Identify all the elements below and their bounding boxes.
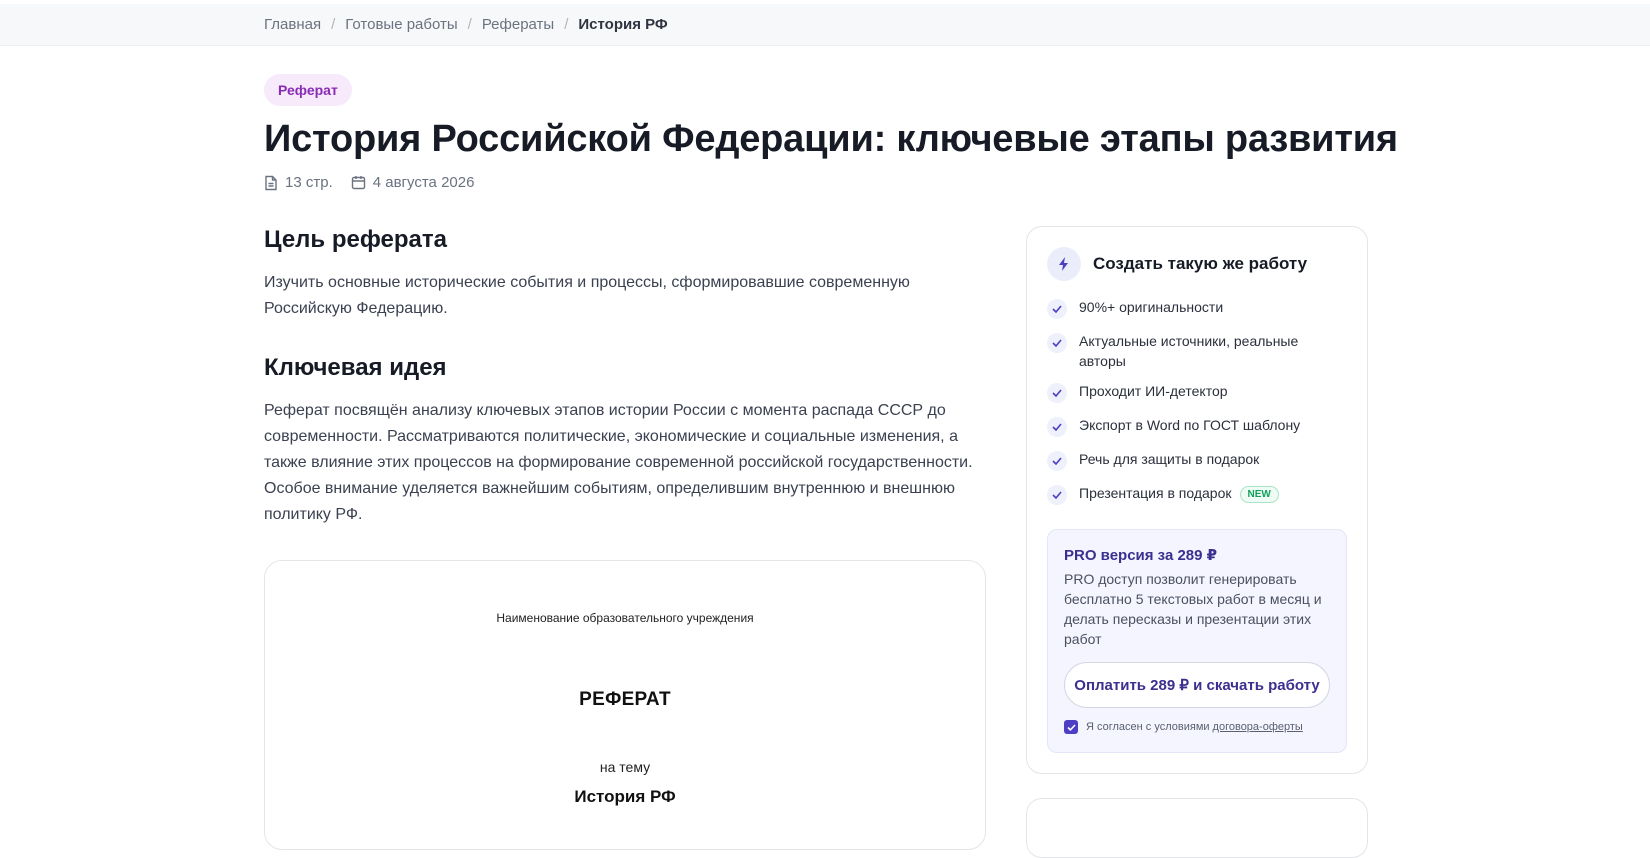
feature-list: 90%+ оригинальности Актуальные источники… [1047,297,1347,517]
preview-institution: Наименование образовательного учреждения [496,611,754,625]
preview-topic: История РФ [574,787,676,806]
check-icon [1047,451,1067,471]
idea-heading: Ключевая идея [264,354,447,381]
breadcrumb-essays[interactable]: Рефераты [482,16,554,33]
feature-item: 90%+ оригинальности [1047,297,1347,331]
offer-contract-link[interactable]: договора-оферты [1213,721,1303,733]
idea-text: Реферат посвящён анализу ключевых этапов… [264,402,973,523]
breadcrumb-separator: / [564,16,569,33]
agreement-checkbox[interactable] [1064,720,1078,734]
page-title: История Российской Федерации: ключевые э… [264,118,1398,160]
date-meta: 4 августа 2026 [351,174,475,191]
feature-label: Проходит ИИ-детектор [1079,383,1228,399]
feature-label: Экспорт в Word по ГОСТ шаблону [1079,417,1301,433]
pages-count: 13 стр. [285,174,333,191]
lightning-icon [1047,247,1081,281]
checkmark-icon [1066,723,1076,731]
pay-and-download-button[interactable]: Оплатить 289 ₽ и скачать работу [1064,662,1330,708]
breadcrumb-bar: Главная / Готовые работы / Рефераты / Ис… [0,4,1650,46]
order-card-header: Создать такую же работу [1047,247,1307,281]
feature-item: Экспорт в Word по ГОСТ шаблону [1047,415,1347,449]
goal-text: Изучить основные исторические события и … [264,274,910,317]
breadcrumb-current: История РФ [578,16,668,33]
feature-label-text: Презентация в подарок [1079,485,1232,501]
preview-kind: РЕФЕРАТ [579,689,671,710]
pro-offer: PRO версия за 289 ₽ PRO доступ позволит … [1047,529,1347,753]
feature-label: Презентация в подарок NEW [1079,483,1279,503]
feature-label: Речь для защиты в подарок [1079,451,1260,467]
document-preview[interactable]: Наименование образовательного учреждения… [264,560,986,850]
feature-item: Актуальные источники, реальные авторы [1047,331,1347,381]
order-card: Создать такую же работу 90%+ оригинально… [1026,226,1368,774]
pro-description: PRO доступ позволит генерировать бесплат… [1064,571,1322,647]
secondary-card [1026,798,1368,858]
check-icon [1047,299,1067,319]
document-icon [265,175,277,190]
check-icon [1047,485,1067,505]
breadcrumb-separator: / [331,16,336,33]
breadcrumb-ready-works[interactable]: Готовые работы [345,16,457,33]
breadcrumb-home[interactable]: Главная [264,16,321,33]
check-icon [1047,333,1067,353]
feature-item: Презентация в подарок NEW [1047,483,1347,517]
work-date: 4 августа 2026 [372,174,475,191]
calendar-icon [351,176,365,190]
order-card-title: Создать такую же работу [1093,254,1308,273]
work-type-tag: Реферат [264,74,352,106]
feature-item: Проходит ИИ-детектор [1047,381,1347,415]
breadcrumb-separator: / [467,16,472,33]
goal-heading: Цель реферата [264,226,447,253]
check-icon [1047,383,1067,403]
pro-title: PRO версия за 289 ₽ [1064,547,1218,564]
feature-label: Актуальные источники, реальные авторы [1079,333,1299,369]
breadcrumb: Главная / Готовые работы / Рефераты / Ис… [264,16,668,33]
preview-on-topic: на тему [599,759,651,775]
new-badge: NEW [1239,485,1279,503]
check-icon [1047,417,1067,437]
agreement-row: Я согласен с условиями договора-оферты [1064,720,1303,734]
feature-item: Речь для защиты в подарок [1047,449,1347,483]
feature-label: 90%+ оригинальности [1079,299,1224,315]
pages-meta: 13 стр. [264,174,333,191]
agreement-label: Я согласен с условиями [1086,721,1210,733]
work-meta: 13 стр. 4 августа 2026 [264,174,492,191]
